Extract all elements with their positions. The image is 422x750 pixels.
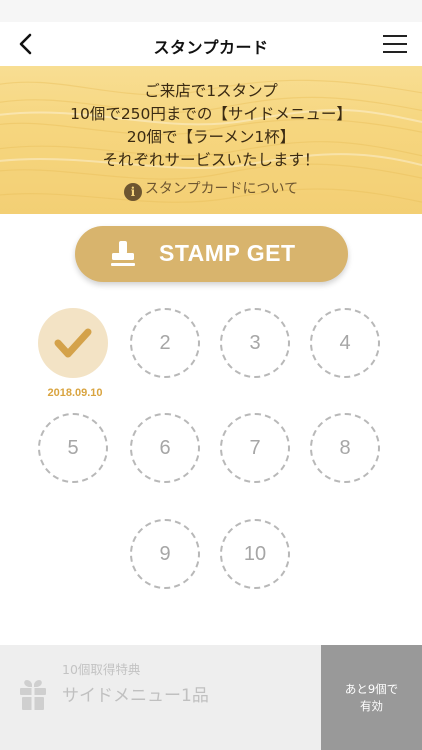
stamp-slot: 4 <box>310 308 380 378</box>
stamp-slot: 6 <box>130 413 200 483</box>
stamp-icon <box>111 241 135 266</box>
info-link-label: スタンプカードについて <box>144 181 299 197</box>
banner-line: 20個で【ラーメン1杯】 <box>126 128 296 146</box>
banner-text: ご来店で1スタンプ 10個で250円までの【サイドメニュー】 20個で【ラーメン… <box>0 80 422 172</box>
page-title: スタンプカード <box>153 38 269 57</box>
remaining-status: 有効 <box>360 699 383 713</box>
reward-label: 10個取得特典 <box>62 662 141 677</box>
remaining-count: あと9個で <box>344 682 399 696</box>
info-banner: ご来店で1スタンプ 10個で250円までの【サイドメニュー】 20個で【ラーメン… <box>0 66 422 214</box>
stamp-slot-1-collected <box>38 308 108 378</box>
info-icon: i <box>123 183 142 201</box>
reward-status-button[interactable]: あと9個で 有効 <box>321 645 422 750</box>
stamp-slot: 10 <box>220 519 290 589</box>
reward-item: サイドメニュー1品 <box>62 686 209 706</box>
banner-line: ご来店で1スタンプ <box>144 82 278 100</box>
stamp-slot: 7 <box>220 413 290 483</box>
stamp-get-button[interactable]: STAMP GET <box>75 226 348 282</box>
checkmark-icon <box>54 328 92 358</box>
stamp-date: 2018.09.10 <box>47 387 103 399</box>
stamp-slot: 8 <box>310 413 380 483</box>
banner-line: 10個で250円までの【サイドメニュー】 <box>70 105 352 123</box>
stamp-get-label: STAMP GET <box>159 240 296 266</box>
banner-line: それぞれサービスいたします！ <box>102 151 320 169</box>
hamburger-menu-icon[interactable] <box>382 32 408 56</box>
stamp-slot: 9 <box>130 519 200 589</box>
status-bar <box>0 0 422 22</box>
stamp-slot: 3 <box>220 308 290 378</box>
stamp-card-info-link[interactable]: i スタンプカードについて <box>0 178 422 201</box>
stamp-slot: 5 <box>38 413 108 483</box>
nav-bar: スタンプカード <box>0 22 422 66</box>
stamp-slot: 2 <box>130 308 200 378</box>
gift-icon <box>20 680 46 710</box>
